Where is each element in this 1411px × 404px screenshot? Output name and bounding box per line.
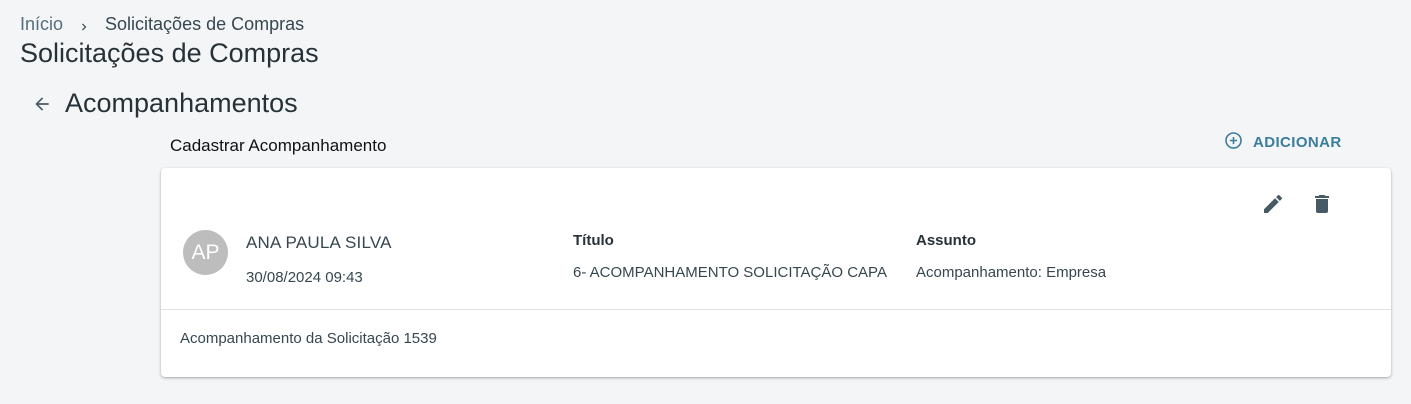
follow-up-date: 30/08/2024 09:43: [246, 269, 363, 286]
back-arrow-icon[interactable]: [30, 92, 54, 116]
titulo-label: Título: [573, 232, 614, 249]
follow-up-card: AP ANA PAULA SILVA 30/08/2024 09:43 Títu…: [161, 168, 1391, 377]
add-button-label: ADICIONAR: [1253, 133, 1342, 151]
form-subtitle: Cadastrar Acompanhamento: [170, 136, 387, 155]
breadcrumb: Início Solicitações de Compras: [20, 14, 304, 35]
page: Início Solicitações de Compras Solicitaç…: [0, 0, 1411, 404]
delete-icon[interactable]: [1309, 191, 1335, 217]
add-circle-icon: [1224, 131, 1243, 154]
breadcrumb-current: Solicitações de Compras: [105, 14, 305, 34]
edit-icon[interactable]: [1260, 191, 1286, 217]
user-name: ANA PAULA SILVA: [246, 233, 392, 252]
card-actions: [1260, 191, 1335, 217]
assunto-label: Assunto: [916, 232, 976, 249]
follow-up-description: Acompanhamento da Solicitação 1539: [180, 330, 437, 347]
section-title: Acompanhamentos: [65, 88, 298, 118]
assunto-value: Acompanhamento: Empresa: [916, 264, 1107, 281]
section-header: Acompanhamentos: [30, 88, 298, 119]
add-button[interactable]: ADICIONAR: [1224, 128, 1342, 156]
chevron-right-icon: [77, 18, 91, 32]
page-title: Solicitações de Compras: [20, 38, 319, 68]
avatar: AP: [183, 230, 228, 275]
breadcrumb-home-link[interactable]: Início: [20, 14, 63, 35]
card-divider: [161, 309, 1391, 310]
titulo-value: 6- ACOMPANHAMENTO SOLICITAÇÃO CAPA: [573, 264, 887, 281]
